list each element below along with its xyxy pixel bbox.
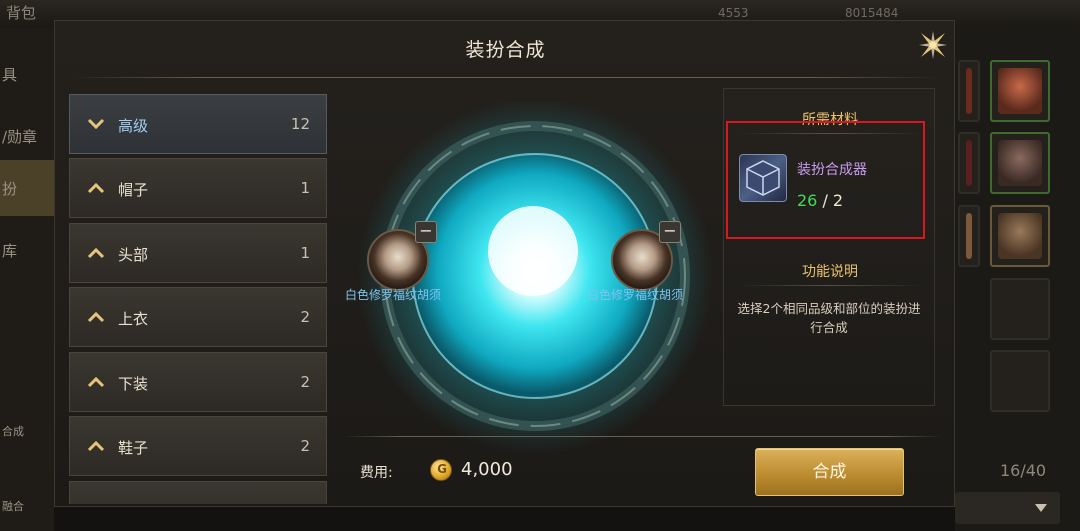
category-label: 下装 — [118, 375, 149, 393]
category-label: 头部 — [118, 246, 149, 264]
costume-synthesis-dialog: 装扮合成 高级 12 帽子 1 头部 1 上衣 2 下装 2 鞋子 2 − 白色… — [54, 20, 955, 507]
inventory-capacity: 16/40 — [1000, 461, 1047, 480]
chevron-up-icon — [87, 440, 105, 452]
inventory-slot[interactable] — [958, 205, 980, 267]
required-item-count: 26 / 2 — [797, 191, 844, 210]
category-item-hat[interactable]: 帽子 1 — [69, 158, 327, 218]
section-divider — [738, 285, 922, 286]
bag-tab[interactable]: 背包 — [6, 2, 36, 23]
inventory-slot[interactable] — [990, 278, 1050, 340]
synthesize-button[interactable]: 合成 — [755, 448, 904, 496]
material-slot-left[interactable]: − — [367, 221, 437, 291]
fee-amount: 4,000 — [461, 459, 513, 480]
chevron-down-icon — [87, 118, 105, 130]
chevron-up-icon — [87, 182, 105, 194]
close-icon[interactable] — [917, 29, 949, 61]
category-label: 鞋子 — [118, 439, 149, 457]
category-item-head[interactable]: 头部 1 — [69, 223, 327, 283]
inventory-slot[interactable] — [990, 205, 1050, 267]
top-counter: 4553 — [718, 6, 749, 20]
left-nav-item[interactable]: /勋章 — [0, 126, 54, 147]
function-description: 选择2个相同品级和部位的装扮进行合成 — [737, 301, 921, 335]
left-nav-item[interactable]: 合成 — [0, 423, 54, 439]
bottom-divider — [343, 436, 943, 437]
category-count: 2 — [300, 308, 310, 326]
top-resource: 8015484 — [845, 6, 899, 20]
category-item-bottom[interactable]: 下装 2 — [69, 352, 327, 412]
category-count: 2 — [300, 373, 310, 391]
chevron-down-icon — [1035, 504, 1047, 512]
category-item-top[interactable]: 上衣 2 — [69, 287, 327, 347]
gold-coin-icon — [430, 459, 453, 481]
chevron-up-icon — [87, 247, 105, 259]
material-slot-right[interactable]: − — [611, 221, 681, 291]
remove-icon[interactable]: − — [415, 221, 437, 243]
synthesizer-item-icon[interactable] — [739, 154, 787, 202]
category-count: 2 — [300, 437, 310, 455]
left-nav-item[interactable]: 具 — [0, 64, 54, 85]
dialog-title: 装扮合成 — [465, 39, 546, 61]
inventory-slot[interactable] — [958, 132, 980, 194]
material-name-left: 白色修罗福纹胡须 — [345, 288, 442, 302]
inventory-slot[interactable] — [958, 60, 980, 122]
left-nav-item[interactable]: 融合 — [0, 498, 54, 514]
inventory-sort-dropdown[interactable] — [955, 492, 1060, 524]
category-count: 1 — [300, 179, 310, 197]
title-divider — [73, 77, 938, 78]
category-list[interactable]: 高级 12 帽子 1 头部 1 上衣 2 下装 2 鞋子 2 — [69, 94, 327, 504]
chevron-up-icon — [87, 376, 105, 388]
category-count: 12 — [290, 115, 310, 133]
category-label: 上衣 — [118, 310, 149, 328]
function-title: 功能说明 — [802, 264, 858, 280]
inventory-slot[interactable] — [990, 132, 1050, 194]
item-owned-count: 26 — [797, 191, 818, 210]
left-nav-item[interactable]: 扮 — [0, 178, 54, 199]
category-label: 高级 — [118, 117, 149, 135]
left-nav-item[interactable]: 库 — [0, 240, 54, 261]
category-label: 帽子 — [118, 181, 149, 199]
fee-label: 费用: — [360, 465, 393, 481]
category-count: 1 — [300, 244, 310, 262]
inventory-slot[interactable] — [990, 60, 1050, 122]
category-item-shoes[interactable]: 鞋子 2 — [69, 416, 327, 476]
required-item-name: 装扮合成器 — [797, 162, 867, 178]
background-left-nav: 具 /勋章 扮 库 合成 融合 — [0, 28, 54, 531]
cube-icon — [746, 160, 780, 196]
material-name-right: 白色修罗福纹胡须 — [587, 288, 684, 302]
inventory-slot[interactable] — [990, 350, 1050, 412]
category-item-more[interactable] — [69, 481, 327, 504]
category-item-advanced[interactable]: 高级 12 — [69, 94, 327, 154]
chevron-up-icon — [87, 311, 105, 323]
item-needed-count: 2 — [832, 191, 844, 210]
remove-icon[interactable]: − — [659, 221, 681, 243]
